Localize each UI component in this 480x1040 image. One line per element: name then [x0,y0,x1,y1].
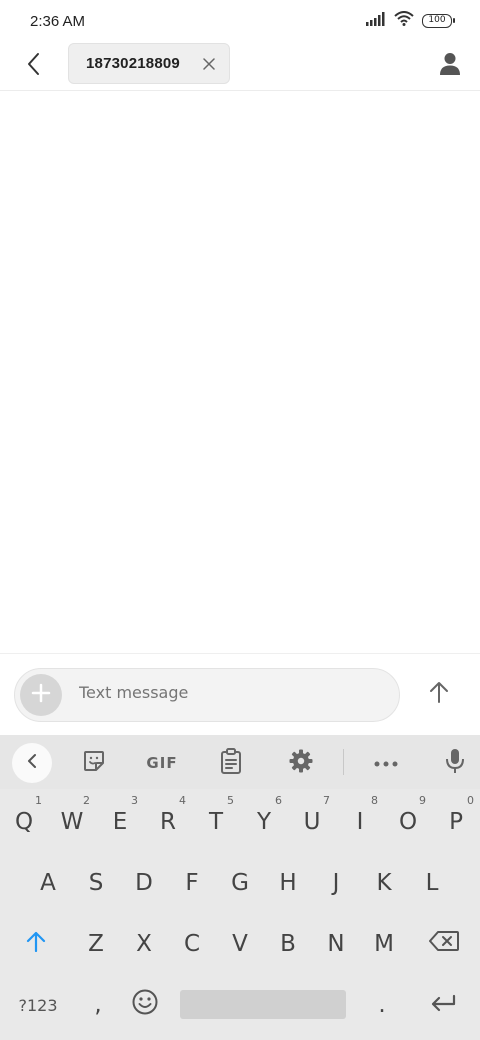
more-button[interactable] [366,743,406,783]
gif-button[interactable]: GIF [141,743,183,783]
status-time: 2:36 AM [30,12,86,30]
keyboard: GIF Q 1 W 2 E 3 R 4 T 5 Y 6 U 7 I 8 O 9 … [0,735,480,1040]
contact-button[interactable] [434,50,466,82]
recipient-number: 18730218809 [86,55,180,72]
comma-key[interactable]: , [76,975,120,1035]
key-d[interactable]: D [120,853,168,913]
recipient-chip[interactable]: 18730218809 [68,43,230,84]
battery-indicator: 100 [422,14,455,28]
gear-icon [289,749,313,778]
key-t[interactable]: T5 [192,792,240,852]
conversation-area [0,92,480,653]
signal-icon [366,11,386,31]
key-row-1: Q1 W2 E3 R4 T5 Y6 U7 I8 O9 P0 [0,792,480,852]
key-row-3: Z X C V B N M [0,914,480,974]
backspace-key[interactable] [408,914,480,974]
key-n[interactable]: N [312,914,360,974]
back-arrow-icon [26,52,42,81]
microphone-icon [446,748,464,779]
compose-bar [0,653,480,735]
settings-button[interactable] [281,743,321,783]
key-z[interactable]: Z [72,914,120,974]
chevron-left-icon [27,753,37,774]
up-arrow-icon [428,680,450,709]
back-button[interactable] [18,50,50,82]
key-h[interactable]: H [264,853,312,913]
symbols-key[interactable]: ?123 [0,975,76,1035]
clipboard-button[interactable] [211,743,251,783]
sticker-button[interactable] [74,743,114,783]
key-k[interactable]: K [360,853,408,913]
enter-icon [430,992,456,1018]
more-icon [374,754,398,772]
period-key[interactable]: . [358,975,406,1035]
key-r[interactable]: R4 [144,792,192,852]
shift-icon [26,930,46,958]
key-row-2: A S D F G H J K L [0,853,480,913]
space-bar[interactable] [180,990,346,1019]
key-j[interactable]: J [312,853,360,913]
key-l[interactable]: L [408,853,456,913]
compose-field [14,668,400,722]
wifi-icon [394,11,414,31]
person-icon [440,52,460,81]
sticker-icon [82,749,106,778]
attach-button[interactable] [20,674,62,716]
backspace-icon [429,931,459,957]
key-c[interactable]: C [168,914,216,974]
key-f[interactable]: F [168,853,216,913]
emoji-icon [132,989,158,1021]
key-q[interactable]: Q1 [0,792,48,852]
key-g[interactable]: G [216,853,264,913]
plus-icon [31,683,51,708]
status-icons: 100 [366,11,455,31]
voice-input-button[interactable] [435,743,475,783]
toolbar-divider [343,749,344,775]
conversation-header: 18730218809 [0,42,480,91]
key-u[interactable]: U7 [288,792,336,852]
clipboard-icon [220,747,242,779]
key-m[interactable]: M [360,914,408,974]
key-o[interactable]: O9 [384,792,432,852]
key-e[interactable]: E3 [96,792,144,852]
key-b[interactable]: B [264,914,312,974]
shift-key[interactable] [0,914,72,974]
key-i[interactable]: I8 [336,792,384,852]
key-s[interactable]: S [72,853,120,913]
collapse-toolbar-button[interactable] [12,743,52,783]
key-a[interactable]: A [24,853,72,913]
key-w[interactable]: W2 [48,792,96,852]
key-row-4: ?123 , . [0,975,480,1035]
key-y[interactable]: Y6 [240,792,288,852]
key-p[interactable]: P0 [432,792,480,852]
enter-key[interactable] [406,975,480,1035]
send-button[interactable] [420,675,458,713]
key-x[interactable]: X [120,914,168,974]
close-icon[interactable] [201,56,217,72]
gif-label: GIF [146,754,178,772]
key-v[interactable]: V [216,914,264,974]
keyboard-toolbar: GIF [0,735,480,789]
status-bar: 2:36 AM 100 [0,0,480,42]
emoji-key[interactable] [120,975,170,1035]
message-input[interactable] [79,683,379,702]
